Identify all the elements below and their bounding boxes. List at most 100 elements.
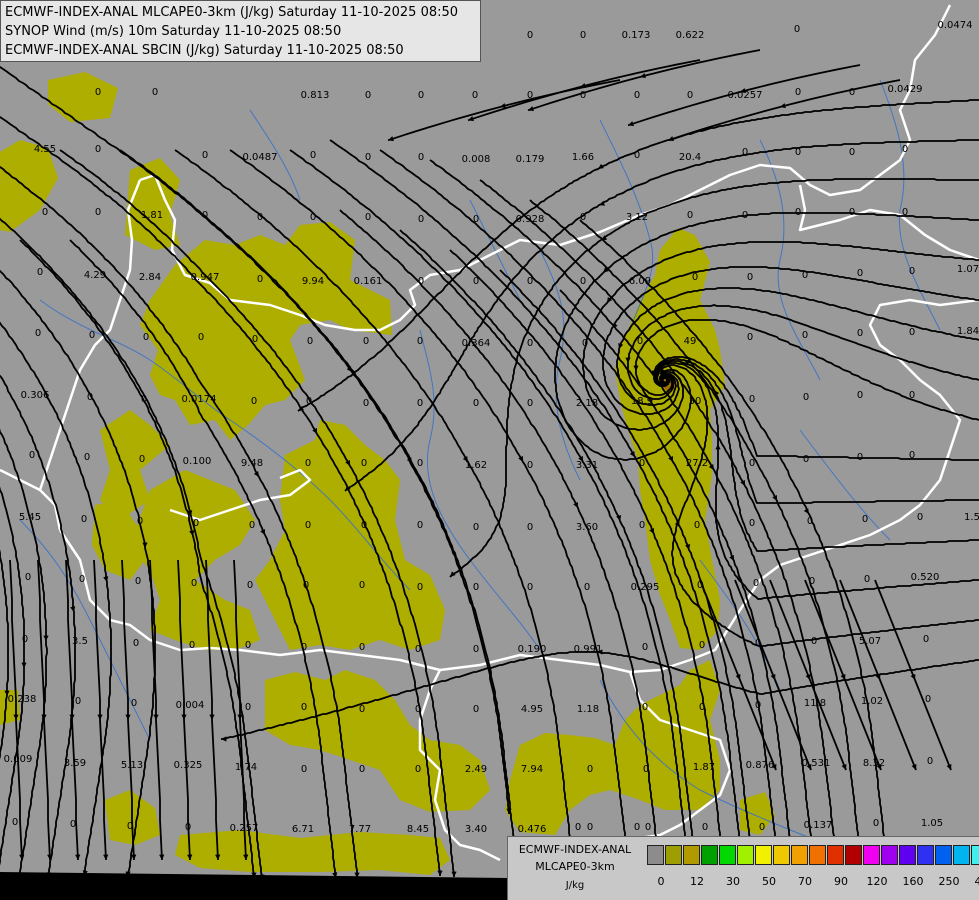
sbcin-value: 6.71 xyxy=(292,824,314,835)
map-header: ECMWF-INDEX-ANAL MLCAPE0-3km (J/kg) Satu… xyxy=(0,0,481,62)
sbcin-value: 0 xyxy=(251,396,257,407)
legend-swatch xyxy=(917,845,934,865)
sbcin-value: 0 xyxy=(202,210,208,221)
sbcin-value: 0 xyxy=(189,640,195,651)
sbcin-value: 0 xyxy=(473,644,479,655)
sbcin-value: 1.74 xyxy=(235,762,257,773)
legend-swatch xyxy=(971,845,979,865)
sbcin-value: 0.0174 xyxy=(182,394,217,405)
sbcin-value: 0.161 xyxy=(354,276,383,287)
sbcin-value: 0 xyxy=(802,270,808,281)
sbcin-value: 0 xyxy=(307,336,313,347)
sbcin-value: 0 xyxy=(580,90,586,101)
sbcin-value: 0.306 xyxy=(21,390,50,401)
sbcin-value: 0 xyxy=(857,452,863,463)
sbcin-value: 0.991 xyxy=(574,644,603,655)
sbcin-value: 0 xyxy=(527,398,533,409)
sbcin-value: 0 xyxy=(527,90,533,101)
sbcin-value: 11.8 xyxy=(804,698,826,709)
sbcin-value: 3.60 xyxy=(576,522,598,533)
sbcin-value: 0.531 xyxy=(802,758,831,769)
sbcin-value: 0 xyxy=(359,764,365,775)
sbcin-value: 0 xyxy=(25,572,31,583)
sbcin-value: 0 xyxy=(927,756,933,767)
sbcin-value: 0 xyxy=(902,144,908,155)
sbcin-value: 0 xyxy=(527,338,533,349)
sbcin-value: 0 xyxy=(639,458,645,469)
legend-swatch xyxy=(953,845,970,865)
legend-swatch xyxy=(719,845,736,865)
sbcin-value: 0 xyxy=(193,518,199,529)
sbcin-value: 0 xyxy=(909,327,915,338)
sbcin-value: 0 xyxy=(245,702,251,713)
sbcin-value: 0 xyxy=(361,458,367,469)
sbcin-value: 0 xyxy=(755,700,761,711)
legend-tick-label: 70 xyxy=(798,875,812,888)
sbcin-value: 0 xyxy=(133,638,139,649)
sbcin-value: 2.49 xyxy=(465,764,487,775)
sbcin-value: 0 xyxy=(802,330,808,341)
legend-tick-label: 250 xyxy=(938,875,960,888)
sbcin-value: 0 xyxy=(527,460,533,471)
sbcin-value: 0 xyxy=(418,214,424,225)
sbcin-value: 1.02 xyxy=(861,696,883,707)
sbcin-value: 0 xyxy=(415,644,421,655)
sbcin-value: 0 xyxy=(849,87,855,98)
legend-subtitle: MLCAPE0-3km xyxy=(535,860,615,873)
sbcin-value: 0 xyxy=(642,702,648,713)
sbcin-value: 0 xyxy=(29,450,35,461)
sbcin-value: 0 xyxy=(418,90,424,101)
legend-swatch xyxy=(701,845,718,865)
sbcin-value: 0 xyxy=(580,212,586,223)
legend-swatch xyxy=(863,845,880,865)
legend-swatch xyxy=(647,845,664,865)
sbcin-value: 0 xyxy=(527,522,533,533)
sbcin-value: 0 xyxy=(472,90,478,101)
sbcin-value: 0.238 xyxy=(8,694,37,705)
sbcin-value: 0 xyxy=(363,398,369,409)
legend-swatch xyxy=(809,845,826,865)
legend-tick-label: 400 xyxy=(974,875,979,888)
sbcin-value: 0 xyxy=(634,90,640,101)
sbcin-value: 4.29 xyxy=(84,270,106,281)
sbcin-value: 0 xyxy=(575,822,581,833)
sbcin-value: 0 xyxy=(473,522,479,533)
sbcin-value: 2.18 xyxy=(576,398,598,409)
sbcin-value: 0.179 xyxy=(516,154,545,165)
sbcin-value: 3.5 xyxy=(72,636,88,647)
sbcin-value: 0.004 xyxy=(176,700,205,711)
sbcin-value: 0 xyxy=(642,642,648,653)
legend-swatch xyxy=(755,845,772,865)
sbcin-value: 0 xyxy=(697,580,703,591)
sbcin-value: 0 xyxy=(141,394,147,405)
sbcin-value: 0 xyxy=(909,266,915,277)
sbcin-value: 0 xyxy=(363,336,369,347)
sbcin-value: 0 xyxy=(22,634,28,645)
sbcin-value: 0.325 xyxy=(174,760,203,771)
weather-map[interactable]: 0.173 0.622 0.0474 0 0 0 0 0 0.813 0 0 0 0 0 0 0 0.0257 0… xyxy=(0,0,979,900)
sbcin-value: 0 xyxy=(473,214,479,225)
sbcin-value: 0 xyxy=(849,147,855,158)
sbcin-value: 0 xyxy=(857,328,863,339)
sbcin-value: 0 xyxy=(191,578,197,589)
sbcin-value: 0 xyxy=(257,212,263,223)
sbcin-value: 0 xyxy=(873,818,879,829)
sbcin-value: 0 xyxy=(95,207,101,218)
sbcin-value: 0 xyxy=(864,574,870,585)
sbcin-value: 0 xyxy=(198,332,204,343)
sbcin-value: 0 xyxy=(473,582,479,593)
sbcin-value: 0 xyxy=(75,696,81,707)
legend-swatch xyxy=(665,845,682,865)
sbcin-value: 0 xyxy=(257,274,263,285)
header-line-sbcin: ECMWF-INDEX-ANAL SBCIN (J/kg) Saturday 1… xyxy=(5,43,404,58)
legend-swatch xyxy=(791,845,808,865)
legend-tick-label: 30 xyxy=(726,875,740,888)
sbcin-value: 0 xyxy=(645,822,651,833)
sbcin-value: 0 xyxy=(747,332,753,343)
sbcin-value: 0 xyxy=(747,272,753,283)
sbcin-value: 0 xyxy=(637,336,643,347)
sbcin-value: 0 xyxy=(634,822,640,833)
sbcin-value: 0 xyxy=(687,210,693,221)
sbcin-value: 0 xyxy=(699,640,705,651)
sbcin-value: 1.62 xyxy=(465,460,487,471)
